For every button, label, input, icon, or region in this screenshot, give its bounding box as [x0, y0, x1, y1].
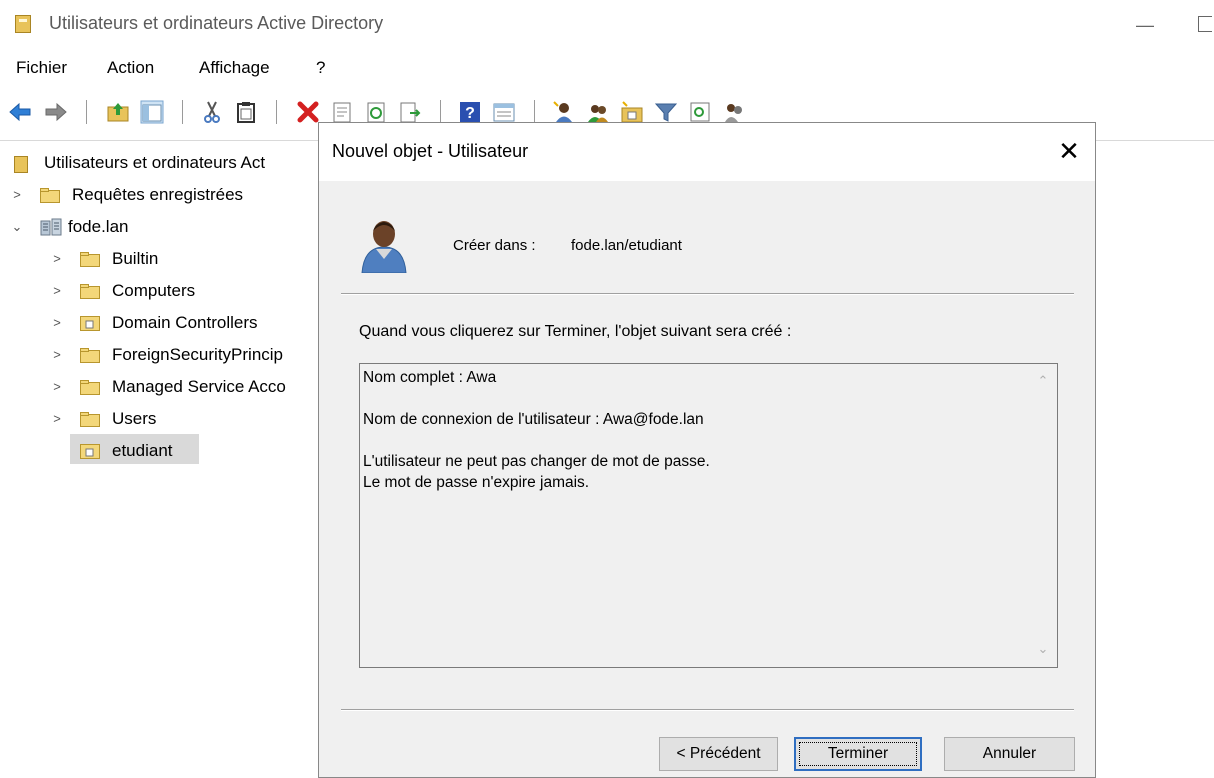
tree-item-domain[interactable]: ⌄ fode.lan — [0, 213, 320, 241]
forward-arrow-icon[interactable] — [44, 100, 68, 124]
new-group-icon[interactable] — [586, 100, 610, 124]
minimize-button[interactable]: — — [1130, 10, 1160, 40]
create-in-value: fode.lan/etudiant — [571, 237, 682, 254]
window-titlebar: Utilisateurs et ordinateurs Active Direc… — [0, 0, 1214, 50]
folder-icon — [80, 284, 100, 299]
finish-button[interactable]: Terminer — [794, 737, 922, 771]
active-directory-app-icon — [15, 15, 31, 33]
folder-icon — [40, 188, 60, 203]
svg-text:?: ? — [465, 105, 475, 122]
window-title: Utilisateurs et ordinateurs Active Direc… — [49, 13, 384, 33]
ou-folder-icon — [80, 316, 100, 331]
summary-textbox[interactable]: Nom complet : Awa Nom de connexion de l'… — [359, 363, 1058, 668]
tree-item-saved-queries[interactable]: > Requêtes enregistrées — [0, 181, 320, 209]
domain-icon — [40, 218, 62, 236]
console-view-icon[interactable] — [492, 100, 516, 124]
tree-item-label: etudiant — [112, 441, 173, 460]
properties-icon[interactable] — [330, 100, 354, 124]
cancel-button[interactable]: Annuler — [944, 737, 1075, 771]
cancel-button-label: Annuler — [982, 745, 1037, 762]
chevron-right-icon[interactable]: > — [50, 252, 64, 266]
folder-icon — [80, 348, 100, 363]
summary-password-change: L'utilisateur ne peut pas changer de mot… — [363, 453, 710, 470]
add-to-group-icon[interactable] — [722, 100, 746, 124]
chevron-right-icon[interactable]: > — [50, 284, 64, 298]
chevron-right-icon[interactable]: > — [50, 316, 64, 330]
dialog-titlebar: Nouvel objet - Utilisateur ✕ — [319, 123, 1095, 181]
tree-root-label: Utilisateurs et ordinateurs Act — [44, 153, 266, 172]
export-list-icon[interactable] — [398, 100, 422, 124]
menu-bar: Fichier Action Affichage ? — [0, 56, 1214, 84]
tree-item-foreign-security-principals[interactable]: > ForeignSecurityPrincip — [0, 341, 320, 369]
divider — [341, 293, 1074, 295]
tree-item-label: Domain Controllers — [112, 313, 258, 332]
menu-affichage[interactable]: Affichage — [199, 58, 270, 78]
create-in-label: Créer dans : — [453, 237, 536, 254]
tree-item-etudiant[interactable]: etudiant — [0, 437, 320, 465]
menu-help[interactable]: ? — [316, 58, 325, 78]
folder-icon — [80, 252, 100, 267]
chevron-down-icon[interactable]: ⌄ — [10, 220, 24, 234]
tree-item-label: ForeignSecurityPrincip — [112, 345, 284, 364]
refresh-icon[interactable] — [364, 100, 388, 124]
user-icon — [361, 221, 407, 273]
summary-password-expiry: Le mot de passe n'expire jamais. — [363, 474, 590, 491]
back-arrow-icon[interactable] — [8, 100, 32, 124]
tree-item-domain-controllers[interactable]: > Domain Controllers — [0, 309, 320, 337]
summary-spacer — [363, 430, 1023, 451]
new-ou-icon[interactable] — [620, 100, 644, 124]
tree-item-builtin[interactable]: > Builtin — [0, 245, 320, 273]
help-icon[interactable]: ? — [458, 100, 482, 124]
filter-icon[interactable] — [654, 100, 678, 124]
show-console-tree-icon[interactable] — [140, 100, 164, 124]
tree-item-label: fode.lan — [68, 217, 129, 236]
toolbar-separator — [276, 100, 277, 124]
toolbar-separator — [182, 100, 183, 124]
divider — [341, 709, 1074, 711]
new-user-dialog: Nouvel objet - Utilisateur ✕ Créer dans … — [318, 122, 1096, 778]
close-button[interactable]: ✕ — [1051, 133, 1087, 169]
instruction-text: Quand vous cliquerez sur Terminer, l'obj… — [359, 323, 792, 340]
find-icon[interactable] — [688, 100, 712, 124]
paste-icon[interactable] — [234, 100, 258, 124]
previous-button[interactable]: < Précédent — [659, 737, 778, 771]
toolbar-separator — [440, 100, 441, 124]
chevron-right-icon[interactable]: > — [50, 380, 64, 394]
folder-icon — [80, 412, 100, 427]
summary-logon-name: Nom de connexion de l'utilisateur : Awa@… — [363, 411, 704, 428]
toolbar-separator — [86, 100, 87, 124]
scroll-down-icon[interactable]: ⌄ — [1033, 638, 1053, 660]
folder-icon — [80, 380, 100, 395]
chevron-right-icon[interactable]: > — [10, 188, 24, 202]
tree-item-users[interactable]: > Users — [0, 405, 320, 433]
maximize-button[interactable] — [1198, 16, 1212, 32]
active-directory-icon — [14, 156, 28, 173]
tree-item-label: Computers — [112, 281, 196, 300]
scroll-up-icon[interactable]: ⌃ — [1033, 370, 1053, 392]
tree-item-label: Requêtes enregistrées — [72, 185, 244, 204]
toolbar-separator — [534, 100, 535, 124]
new-user-icon[interactable] — [552, 100, 576, 124]
summary-full-name: Nom complet : Awa — [363, 369, 497, 386]
menu-action[interactable]: Action — [107, 58, 154, 78]
tree-root[interactable]: Utilisateurs et ordinateurs Act — [0, 149, 320, 177]
ou-folder-icon — [80, 444, 100, 459]
up-folder-icon[interactable] — [106, 100, 130, 124]
chevron-right-icon[interactable]: > — [50, 348, 64, 362]
delete-icon[interactable] — [296, 100, 320, 124]
summary-content: Nom complet : Awa Nom de connexion de l'… — [363, 367, 1023, 493]
console-tree: Utilisateurs et ordinateurs Act > Requêt… — [0, 145, 320, 778]
tree-item-label: Builtin — [112, 249, 159, 268]
finish-button-label: Terminer — [827, 745, 889, 762]
menu-fichier[interactable]: Fichier — [16, 58, 67, 78]
tree-item-managed-service-accounts[interactable]: > Managed Service Acco — [0, 373, 320, 401]
summary-spacer — [363, 388, 1023, 409]
dialog-title: Nouvel objet - Utilisateur — [332, 141, 529, 161]
previous-button-label: < Précédent — [676, 745, 761, 762]
cut-icon[interactable] — [200, 100, 224, 124]
tree-item-label: Managed Service Acco — [112, 377, 286, 396]
tree-item-computers[interactable]: > Computers — [0, 277, 320, 305]
tree-item-label: Users — [112, 409, 157, 428]
chevron-right-icon[interactable]: > — [50, 412, 64, 426]
